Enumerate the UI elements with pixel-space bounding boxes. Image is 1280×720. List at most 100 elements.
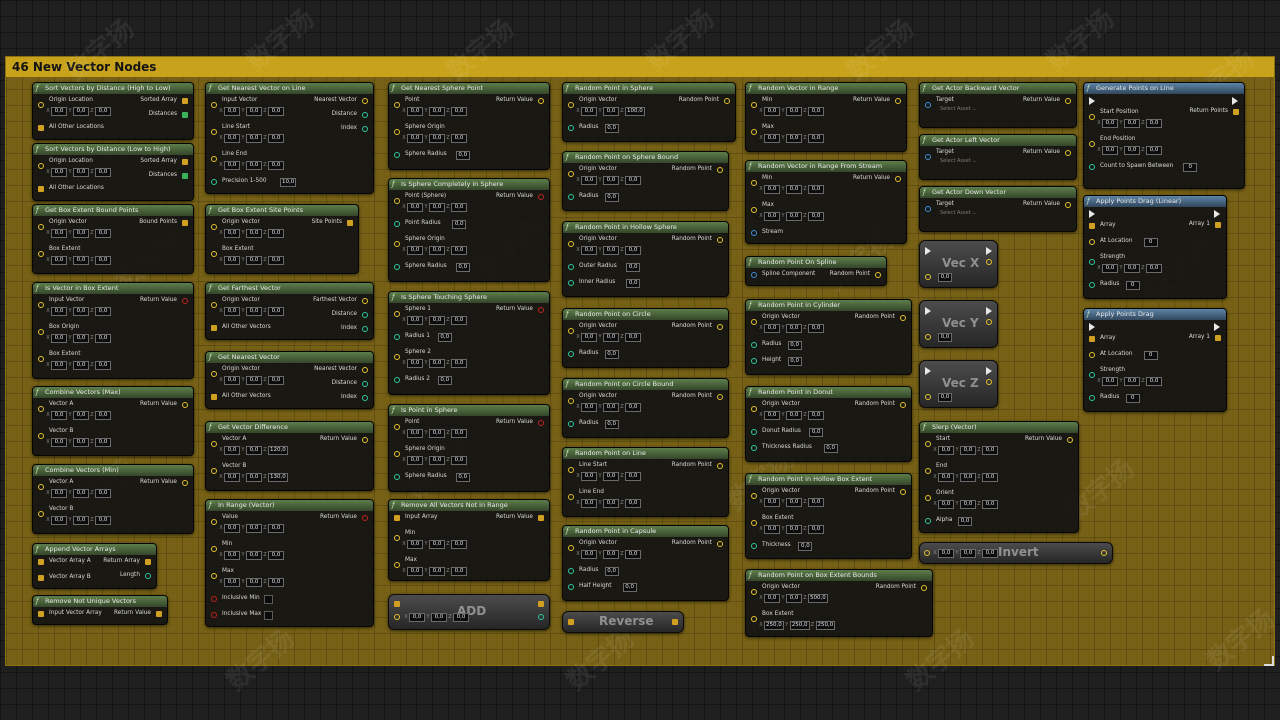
node-title[interactable]: ƒ Append Vector Arrays [33, 544, 156, 555]
node-n20[interactable]: ƒ Random Point in Sphere Origin Vector X 0,0… [562, 82, 736, 142]
vector-input[interactable]: X 0,0 Y 0,0 Z 0,0 [758, 107, 824, 116]
pin-icon[interactable] [986, 379, 992, 385]
node-n39[interactable]: ƒ Apply Points Drag (Linear) Array At Locat… [1083, 195, 1227, 299]
vector-input[interactable]: X 0,0 Y 0,0 Z 0,0 [1096, 146, 1162, 155]
vector-component-z[interactable]: 0,0 [95, 361, 111, 370]
vector-component-z[interactable]: 0,0 [982, 549, 998, 558]
pin-icon[interactable] [211, 519, 217, 525]
vector-component-y[interactable]: 0,0 [73, 307, 89, 316]
vector-component-y[interactable]: 0,0 [246, 551, 262, 560]
vector-component-y[interactable]: 0,0 [603, 550, 619, 559]
vector-component-x[interactable]: 0,0 [764, 107, 780, 116]
vector-input[interactable]: X 0,0 Y 0,0 Z 0,0 [218, 229, 284, 238]
vector-input[interactable]: X 0,0 Y 0,0 Z 0,0 [45, 438, 111, 447]
node-title[interactable]: ƒ Combine Vectors (Max) [33, 387, 193, 398]
pin-icon[interactable] [751, 520, 757, 526]
node-n26[interactable]: ƒ Random Point in Capsule Origin Vector X 0,… [562, 525, 729, 601]
pin-icon[interactable] [568, 584, 574, 590]
pin-icon[interactable] [211, 596, 217, 602]
pin-icon[interactable] [1065, 202, 1071, 208]
vector-component-z[interactable]: 0,0 [95, 256, 111, 265]
vector-component-z[interactable]: 0,0 [625, 472, 641, 481]
vector-component-z[interactable]: 0,0 [982, 500, 998, 509]
vector-component-y[interactable]: 0,0 [1124, 119, 1140, 128]
pin-icon[interactable] [38, 433, 44, 439]
vector-component-y[interactable]: 0,0 [429, 429, 445, 438]
vector-component-z[interactable]: 0,0 [808, 525, 824, 534]
vector-input[interactable]: X 0,0 Y 0,0 Z 0,0 [403, 613, 469, 622]
pin-icon[interactable] [394, 601, 400, 607]
pin-icon[interactable] [394, 377, 400, 383]
exec-in-pin[interactable] [1089, 323, 1095, 331]
node-title[interactable]: ƒ Generate Points on Line [1084, 83, 1244, 94]
pin-icon[interactable] [38, 329, 44, 335]
node-title[interactable]: ƒ Get Actor Left Vector [920, 135, 1076, 146]
pin-icon[interactable] [568, 545, 574, 551]
vector-component-z[interactable]: 0,0 [95, 168, 111, 177]
node-n24[interactable]: ƒ Random Point on Circle Bound Origin Vect… [562, 378, 729, 438]
float-input[interactable]: 0,0 [809, 428, 824, 437]
vector-component-z[interactable]: 0,0 [451, 316, 467, 325]
float-input[interactable]: 0 [1143, 238, 1158, 247]
vector-component-y[interactable]: 0,0 [73, 411, 89, 420]
pin-icon[interactable] [394, 535, 400, 541]
vector-component-x[interactable]: 0,0 [764, 594, 780, 603]
vector-component-x[interactable]: 0,0 [764, 212, 780, 221]
pin-icon[interactable] [751, 342, 757, 348]
vector-component-z[interactable]: 0,0 [451, 203, 467, 212]
vector-component-y[interactable]: 0,0 [429, 567, 445, 576]
vector-input[interactable]: X 0,0 Y 0,0 Z 0,0 [401, 359, 467, 368]
pin-icon[interactable] [394, 334, 400, 340]
pin-icon[interactable] [38, 251, 44, 257]
vector-input[interactable]: X 0,0 Y 0,0 Z 0,0 [758, 134, 824, 143]
vector-input[interactable]: X 0,0 Y 0,0 Z 0,0 [575, 499, 641, 508]
pin-icon[interactable] [362, 395, 368, 401]
vector-component-y[interactable]: 0,0 [429, 134, 445, 143]
vector-component-z[interactable]: 0,0 [95, 107, 111, 116]
vector-input[interactable]: X 0,0 Y 0,0 Z 0,0 [45, 361, 111, 370]
pin-icon[interactable] [751, 616, 757, 622]
pin-icon[interactable] [538, 194, 544, 200]
vector-component-z[interactable]: 0,0 [268, 107, 284, 116]
pin-icon[interactable] [211, 573, 217, 579]
vector-input[interactable]: X 0,0 Y 0,0 Z 0,0 [45, 107, 111, 116]
vector-input[interactable]: X 0,0 Y 0,0 Z 0,0 [758, 525, 824, 534]
float-input[interactable]: 0,0 [622, 583, 637, 592]
vector-component-x[interactable]: 0,0 [764, 525, 780, 534]
pin-icon[interactable] [895, 176, 901, 182]
vector-component-x[interactable]: 0,0 [224, 134, 240, 143]
vector-input[interactable]: X 0,0 Y 0,0 Z 0,0 [575, 472, 641, 481]
vector-component-y[interactable]: 0,0 [431, 613, 447, 622]
vector-input[interactable]: X 0,0 Y 0,0 Z 0,0 [45, 411, 111, 420]
vector-component-x[interactable]: 0,0 [407, 134, 423, 143]
pin-icon[interactable] [394, 241, 400, 247]
pin-icon[interactable] [751, 445, 757, 451]
float-input[interactable]: 0,0 [798, 542, 813, 551]
float-input[interactable]: 0,0 [437, 333, 452, 342]
vector-input[interactable]: X 0,0 Y 0,0 Z 0,0 [932, 473, 998, 482]
node-title[interactable]: ƒ Is Point in Sphere [389, 405, 549, 416]
vector-input[interactable]: X 0,0 Y 0,0 Z 0,0 [218, 376, 284, 385]
vector-component-x[interactable]: 0,0 [581, 403, 597, 412]
pin-icon[interactable] [568, 328, 574, 334]
exec-out-pin[interactable] [1214, 323, 1220, 331]
vector-component-x[interactable]: 0,0 [224, 578, 240, 587]
vector-component-z[interactable]: 0,0 [451, 429, 467, 438]
vector-component-x[interactable]: 0,0 [1102, 264, 1118, 273]
pin-icon[interactable] [362, 437, 368, 443]
vector-component-y[interactable]: 0,0 [246, 256, 262, 265]
node-n28[interactable]: ƒ Random Vector in Range From Stream Min X 0… [745, 160, 907, 244]
node-n15[interactable]: ƒ Get Nearest Sphere Point Point X 0,0 Y 0,0 Z 0… [388, 82, 550, 170]
pin-icon[interactable] [1089, 114, 1095, 120]
float-input[interactable]: 0,0 [823, 444, 838, 453]
vector-component-z[interactable]: 0,0 [451, 359, 467, 368]
vector-component-x[interactable]: 0,0 [51, 516, 67, 525]
pin-icon[interactable] [751, 406, 757, 412]
vector-component-z[interactable]: 0,0 [808, 107, 824, 116]
vector-component-x[interactable]: 0,0 [581, 472, 597, 481]
pin-icon[interactable] [925, 495, 931, 501]
pin-icon[interactable] [921, 585, 927, 591]
vector-component-z[interactable]: 0,0 [808, 212, 824, 221]
exec-out-pin[interactable] [986, 367, 992, 375]
pin-icon[interactable] [394, 198, 400, 204]
